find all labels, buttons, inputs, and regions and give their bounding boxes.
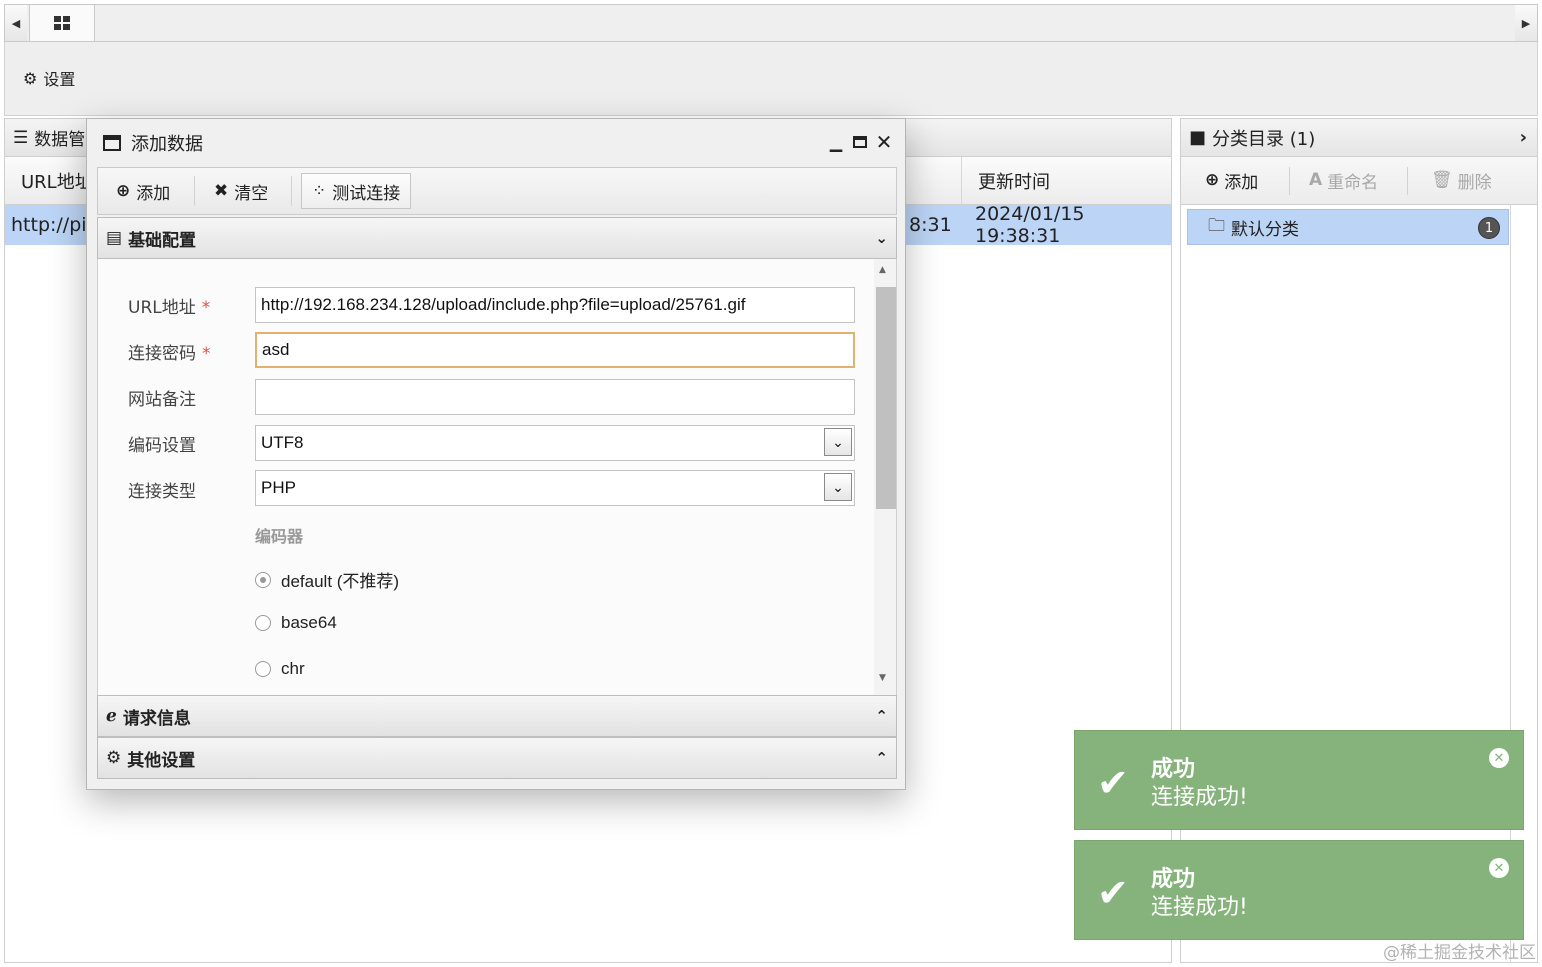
- category-panel: ■ 分类目录 (1) › ⊕ 添加 A 重命名 🗑 删除 🗀 默认分类 1: [1180, 118, 1538, 963]
- encoding-select[interactable]: UTF8 ⌄: [255, 425, 855, 461]
- encoder-option-base64[interactable]: base64: [255, 613, 337, 633]
- count-badge: 1: [1478, 217, 1500, 239]
- separator: [1407, 167, 1408, 195]
- cogs-icon: ⚙: [106, 748, 122, 768]
- home-tab[interactable]: [29, 5, 95, 41]
- section-request-info[interactable]: ℯ 请求信息 ⌃: [97, 695, 897, 737]
- separator: [1289, 167, 1290, 195]
- url-input[interactable]: http://192.168.234.128/upload/include.ph…: [255, 287, 855, 323]
- plus-circle-icon: ⊕: [1205, 170, 1220, 190]
- scroll-down-icon[interactable]: ▼: [879, 673, 886, 683]
- minimize-icon[interactable]: ▁: [827, 133, 845, 152]
- maximize-icon[interactable]: [851, 133, 869, 151]
- category-panel-title: 分类目录 (1): [1212, 128, 1316, 150]
- file-text-icon: ▤: [106, 228, 123, 248]
- category-panel-header: ■ 分类目录 (1) ›: [1181, 119, 1537, 157]
- scroll-thumb[interactable]: [876, 287, 896, 509]
- password-label: 连接密码 *: [128, 344, 211, 364]
- add-data-dialog: 添加数据 ▁ ✕ ⊕ 添加 ✖ 清空 ⁘ 测试连接 ▤ 基础配置 ⌄ URL地址…: [86, 118, 906, 790]
- watermark: @稀土掘金技术社区: [1383, 943, 1536, 963]
- encoder-title: 编码器: [255, 527, 304, 546]
- toast-message: 连接成功!: [1151, 785, 1248, 810]
- gear-icon: ⚙: [23, 68, 38, 88]
- section-other-settings[interactable]: ⚙ 其他设置 ⌃: [97, 737, 897, 779]
- folder-open-icon: 🗀: [1208, 215, 1225, 236]
- times-icon: ✖: [214, 181, 229, 201]
- folder-icon: ■: [1189, 127, 1207, 148]
- test-connection-button[interactable]: ⁘ 测试连接: [301, 173, 412, 209]
- grid-icon: [54, 16, 70, 30]
- cell-url: http://pi: [11, 214, 87, 236]
- category-delete-button[interactable]: 🗑 删除: [1431, 157, 1492, 203]
- column-header-update-time[interactable]: 更新时间: [961, 157, 1171, 205]
- type-select[interactable]: PHP ⌄: [255, 470, 855, 506]
- radio-button[interactable]: [255, 661, 271, 677]
- category-add-button[interactable]: ⊕ 添加: [1205, 157, 1258, 203]
- toast-success: ✔ 成功 连接成功! ✕: [1074, 840, 1524, 940]
- font-icon: A: [1309, 170, 1323, 190]
- toast-success: ✔ 成功 连接成功! ✕: [1074, 730, 1524, 830]
- scroll-up-icon[interactable]: ▲: [879, 265, 886, 275]
- encoder-option-default[interactable]: default (不推荐): [255, 567, 399, 592]
- tab-scroll-left-icon[interactable]: ◀: [5, 5, 27, 41]
- dialog-titlebar[interactable]: 添加数据: [87, 119, 905, 167]
- section-basic-config[interactable]: ▤ 基础配置 ⌄: [97, 217, 897, 259]
- add-button[interactable]: ⊕ 添加: [106, 173, 180, 209]
- category-toolbar: ⊕ 添加 A 重命名 🗑 删除: [1181, 157, 1537, 205]
- dialog-title: 添加数据: [131, 134, 203, 155]
- chevron-up-icon: ⌃: [875, 707, 888, 725]
- chevron-right-icon[interactable]: ›: [1520, 127, 1527, 148]
- toast-message: 连接成功!: [1151, 895, 1248, 920]
- encoding-label: 编码设置: [128, 436, 196, 456]
- window-icon: [103, 135, 121, 151]
- encoder-option-chr[interactable]: chr: [255, 659, 305, 679]
- radio-button[interactable]: [255, 615, 271, 631]
- chevron-down-icon[interactable]: ⌄: [824, 473, 852, 501]
- chevron-down-icon: ⌄: [875, 229, 888, 247]
- form-scrollbar[interactable]: ▲ ▼: [874, 259, 896, 695]
- check-icon: ✔: [1097, 871, 1129, 915]
- note-input[interactable]: [255, 379, 855, 415]
- password-input[interactable]: asd: [255, 332, 855, 368]
- close-icon[interactable]: ✕: [875, 130, 893, 154]
- cell-created-time: 8:31: [909, 214, 952, 236]
- dialog-toolbar: ⊕ 添加 ✖ 清空 ⁘ 测试连接: [97, 167, 897, 215]
- settings-button[interactable]: ⚙ 设置: [23, 66, 75, 90]
- category-rename-button[interactable]: A 重命名: [1309, 157, 1378, 203]
- clear-button[interactable]: ✖ 清空: [204, 173, 278, 209]
- data-panel-title: 数据管: [34, 130, 86, 150]
- category-item-default[interactable]: 🗀 默认分类 1: [1187, 209, 1509, 245]
- radio-button[interactable]: [255, 571, 271, 588]
- basic-config-form: URL地址 * http://192.168.234.128/upload/inc…: [97, 259, 897, 695]
- settings-label: 设置: [43, 70, 76, 89]
- separator: [194, 176, 195, 206]
- close-icon[interactable]: ✕: [1489, 748, 1509, 768]
- check-icon: ✔: [1097, 761, 1129, 805]
- list-icon: ☰: [13, 127, 29, 148]
- main-toolbar: ⚙ 设置: [4, 42, 1538, 151]
- chevron-down-icon[interactable]: ⌄: [824, 428, 852, 456]
- type-label: 连接类型: [128, 482, 196, 502]
- tab-bar: ◀ ▶: [4, 4, 1538, 42]
- spinner-icon: ⁘: [312, 181, 327, 201]
- note-label: 网站备注: [128, 390, 196, 410]
- cell-update-time: 2024/01/15 19:38:31: [975, 203, 1085, 247]
- separator: [291, 176, 292, 206]
- url-label: URL地址 *: [128, 298, 211, 318]
- plus-circle-icon: ⊕: [116, 181, 131, 201]
- tab-scroll-right-icon[interactable]: ▶: [1515, 5, 1537, 41]
- trash-icon: 🗑: [1431, 170, 1453, 190]
- ie-icon: ℯ: [106, 706, 117, 726]
- close-icon[interactable]: ✕: [1489, 858, 1509, 878]
- chevron-up-icon: ⌃: [875, 749, 888, 767]
